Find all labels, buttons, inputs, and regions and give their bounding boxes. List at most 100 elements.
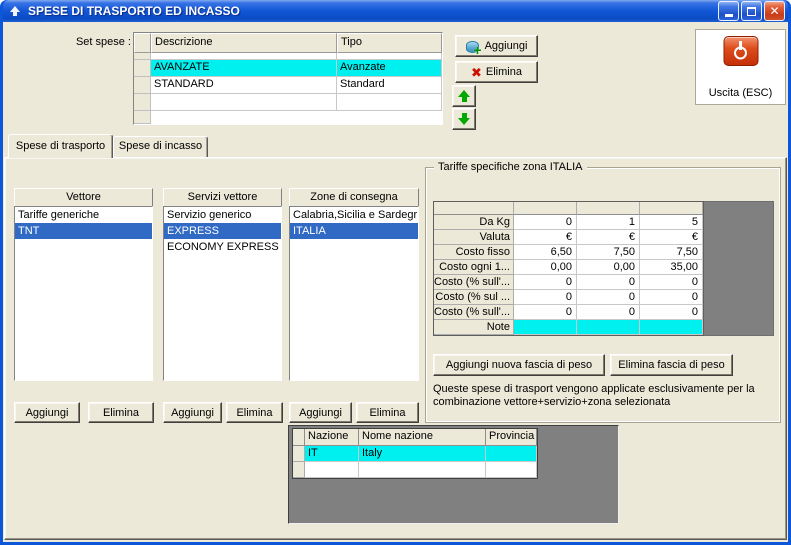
tariffe-cell[interactable]: €: [640, 230, 703, 245]
tariffe-row-costo-perc-1: Costo (% sull'... 0 0 0: [434, 275, 703, 290]
set-spese-add-button[interactable]: + Aggiungi: [455, 35, 538, 57]
add-fascia-button[interactable]: Aggiungi nuova fascia di peso: [433, 354, 605, 376]
nazioni-grid-header: Nazione Nome nazione Provincia: [293, 429, 537, 446]
move-down-button[interactable]: [452, 108, 476, 130]
servizi-header: Servizi vettore: [163, 188, 282, 207]
column-header-nazione: Nazione: [305, 429, 359, 446]
tariffe-row-da-kg: Da Kg 0 1 5: [434, 215, 703, 230]
tariffe-cell[interactable]: 1: [577, 215, 640, 230]
set-spese-grid: Descrizione Tipo AVANZATE Avanzate STAND…: [133, 32, 443, 125]
tariffe-grid: Da Kg 0 1 5 Valuta € € € Costo fisso 6,5…: [433, 201, 704, 336]
tariffe-row-label: Da Kg: [434, 215, 514, 230]
zone-list[interactable]: Calabria,Sicilia e Sardegr ITALIA: [289, 206, 419, 381]
cell-nome-nazione[interactable]: [359, 462, 486, 478]
zone-item-calabria[interactable]: Calabria,Sicilia e Sardegr: [290, 207, 418, 223]
cell-descrizione[interactable]: [151, 94, 337, 111]
tariffe-cell[interactable]: 0: [514, 215, 577, 230]
zone-delete-button[interactable]: Elimina: [356, 402, 419, 423]
maximize-icon: [747, 6, 756, 16]
tariffe-row-note: Note: [434, 320, 703, 335]
app-icon: [7, 4, 23, 18]
nazioni-grid: Nazione Nome nazione Provincia IT Italy: [292, 428, 538, 479]
tariffe-cell[interactable]: 7,50: [640, 245, 703, 260]
tariffe-cell[interactable]: 0: [640, 275, 703, 290]
exit-label: Uscita (ESC): [708, 87, 773, 99]
tariffe-cell[interactable]: 0: [577, 305, 640, 320]
servizi-item-servizio-generico[interactable]: Servizio generico: [164, 207, 281, 223]
tariffe-cell[interactable]: 6,50: [514, 245, 577, 260]
set-spese-row-empty[interactable]: [134, 94, 442, 111]
database-add-icon: +: [465, 40, 482, 57]
column-header-nome-nazione: Nome nazione: [359, 429, 486, 446]
set-spese-row-standard[interactable]: STANDARD Standard: [134, 77, 442, 94]
tariffe-row-label: Costo ogni 1...: [434, 260, 514, 275]
servizi-list[interactable]: Servizio generico EXPRESS ECONOMY EXPRES…: [163, 206, 282, 381]
delete-fascia-button[interactable]: Elimina fascia di peso: [610, 354, 733, 376]
cell-tipo[interactable]: Avanzate: [337, 60, 442, 77]
app-window: SPESE DI TRASPORTO ED INCASSO ✕ Set spes…: [0, 0, 791, 545]
cell-provincia[interactable]: [486, 446, 537, 462]
tariffe-cell[interactable]: €: [514, 230, 577, 245]
titlebar[interactable]: SPESE DI TRASPORTO ED INCASSO ✕: [3, 0, 788, 22]
tariffe-row-label: Valuta: [434, 230, 514, 245]
grid-spacer-row: [134, 53, 442, 60]
cell-nome-nazione[interactable]: Italy: [359, 446, 486, 462]
close-icon: ✕: [769, 4, 780, 18]
column-header-descrizione: Descrizione: [151, 33, 337, 53]
close-button[interactable]: ✕: [764, 1, 785, 21]
servizi-delete-button[interactable]: Elimina: [226, 402, 283, 423]
vettore-item-tnt[interactable]: TNT: [15, 223, 152, 239]
cell-tipo[interactable]: [337, 94, 442, 111]
tariffe-group-title: Tariffe specifiche zona ITALIA: [434, 161, 587, 174]
set-spese-delete-button[interactable]: ✖ Elimina: [455, 61, 538, 83]
tab-spese-di-trasporto[interactable]: Spese di trasporto: [8, 134, 113, 158]
vettore-delete-button[interactable]: Elimina: [88, 402, 154, 423]
tariffe-cell[interactable]: 0: [577, 290, 640, 305]
tariffe-cell[interactable]: €: [577, 230, 640, 245]
tariffe-cell[interactable]: 0: [514, 275, 577, 290]
maximize-button[interactable]: [741, 1, 762, 21]
tariffe-cell[interactable]: 0: [640, 290, 703, 305]
tariffe-note-line2: combinazione vettore+servizio+zona selez…: [433, 396, 671, 408]
tariffe-cell[interactable]: [577, 320, 640, 335]
titlebar-buttons: ✕: [718, 1, 785, 21]
tariffe-cell[interactable]: 35,00: [640, 260, 703, 275]
tariffe-cell[interactable]: 0: [640, 305, 703, 320]
tariffe-cell[interactable]: 0: [514, 290, 577, 305]
tariffe-cell[interactable]: 0,00: [514, 260, 577, 275]
arrow-down-icon: [458, 113, 470, 125]
minimize-button[interactable]: [718, 1, 739, 21]
vettore-add-button[interactable]: Aggiungi: [14, 402, 80, 423]
power-icon[interactable]: [723, 36, 758, 66]
tariffe-cell[interactable]: 7,50: [577, 245, 640, 260]
move-up-button[interactable]: [452, 85, 476, 107]
cell-tipo[interactable]: Standard: [337, 77, 442, 94]
tariffe-cell[interactable]: 0: [514, 305, 577, 320]
tariffe-grid-filler: [704, 201, 774, 336]
vettore-list[interactable]: Tariffe generiche TNT: [14, 206, 153, 381]
set-spese-row-avanzate[interactable]: AVANZATE Avanzate: [134, 60, 442, 77]
nazioni-row-empty[interactable]: [293, 462, 537, 478]
exit-button[interactable]: Uscita (ESC): [695, 29, 786, 105]
cell-nazione[interactable]: [305, 462, 359, 478]
servizi-item-economy-express[interactable]: ECONOMY EXPRESS: [164, 239, 281, 255]
nazioni-row-it[interactable]: IT Italy: [293, 446, 537, 462]
tariffe-cell[interactable]: [514, 320, 577, 335]
tariffe-row-valuta: Valuta € € €: [434, 230, 703, 245]
tariffe-cell[interactable]: [640, 320, 703, 335]
cell-descrizione[interactable]: STANDARD: [151, 77, 337, 94]
cell-nazione[interactable]: IT: [305, 446, 359, 462]
set-spese-label: Set spese :: [75, 36, 131, 48]
servizi-add-button[interactable]: Aggiungi: [163, 402, 222, 423]
zone-add-button[interactable]: Aggiungi: [289, 402, 352, 423]
tab-spese-di-incasso[interactable]: Spese di incasso: [113, 136, 208, 157]
servizi-item-express[interactable]: EXPRESS: [164, 223, 281, 239]
zone-item-italia[interactable]: ITALIA: [290, 223, 418, 239]
set-spese-grid-header: Descrizione Tipo: [134, 33, 442, 53]
cell-provincia[interactable]: [486, 462, 537, 478]
tariffe-cell[interactable]: 5: [640, 215, 703, 230]
cell-descrizione[interactable]: AVANZATE: [151, 60, 337, 77]
tariffe-cell[interactable]: 0: [577, 275, 640, 290]
tariffe-cell[interactable]: 0,00: [577, 260, 640, 275]
vettore-item-tariffe-generiche[interactable]: Tariffe generiche: [15, 207, 152, 223]
